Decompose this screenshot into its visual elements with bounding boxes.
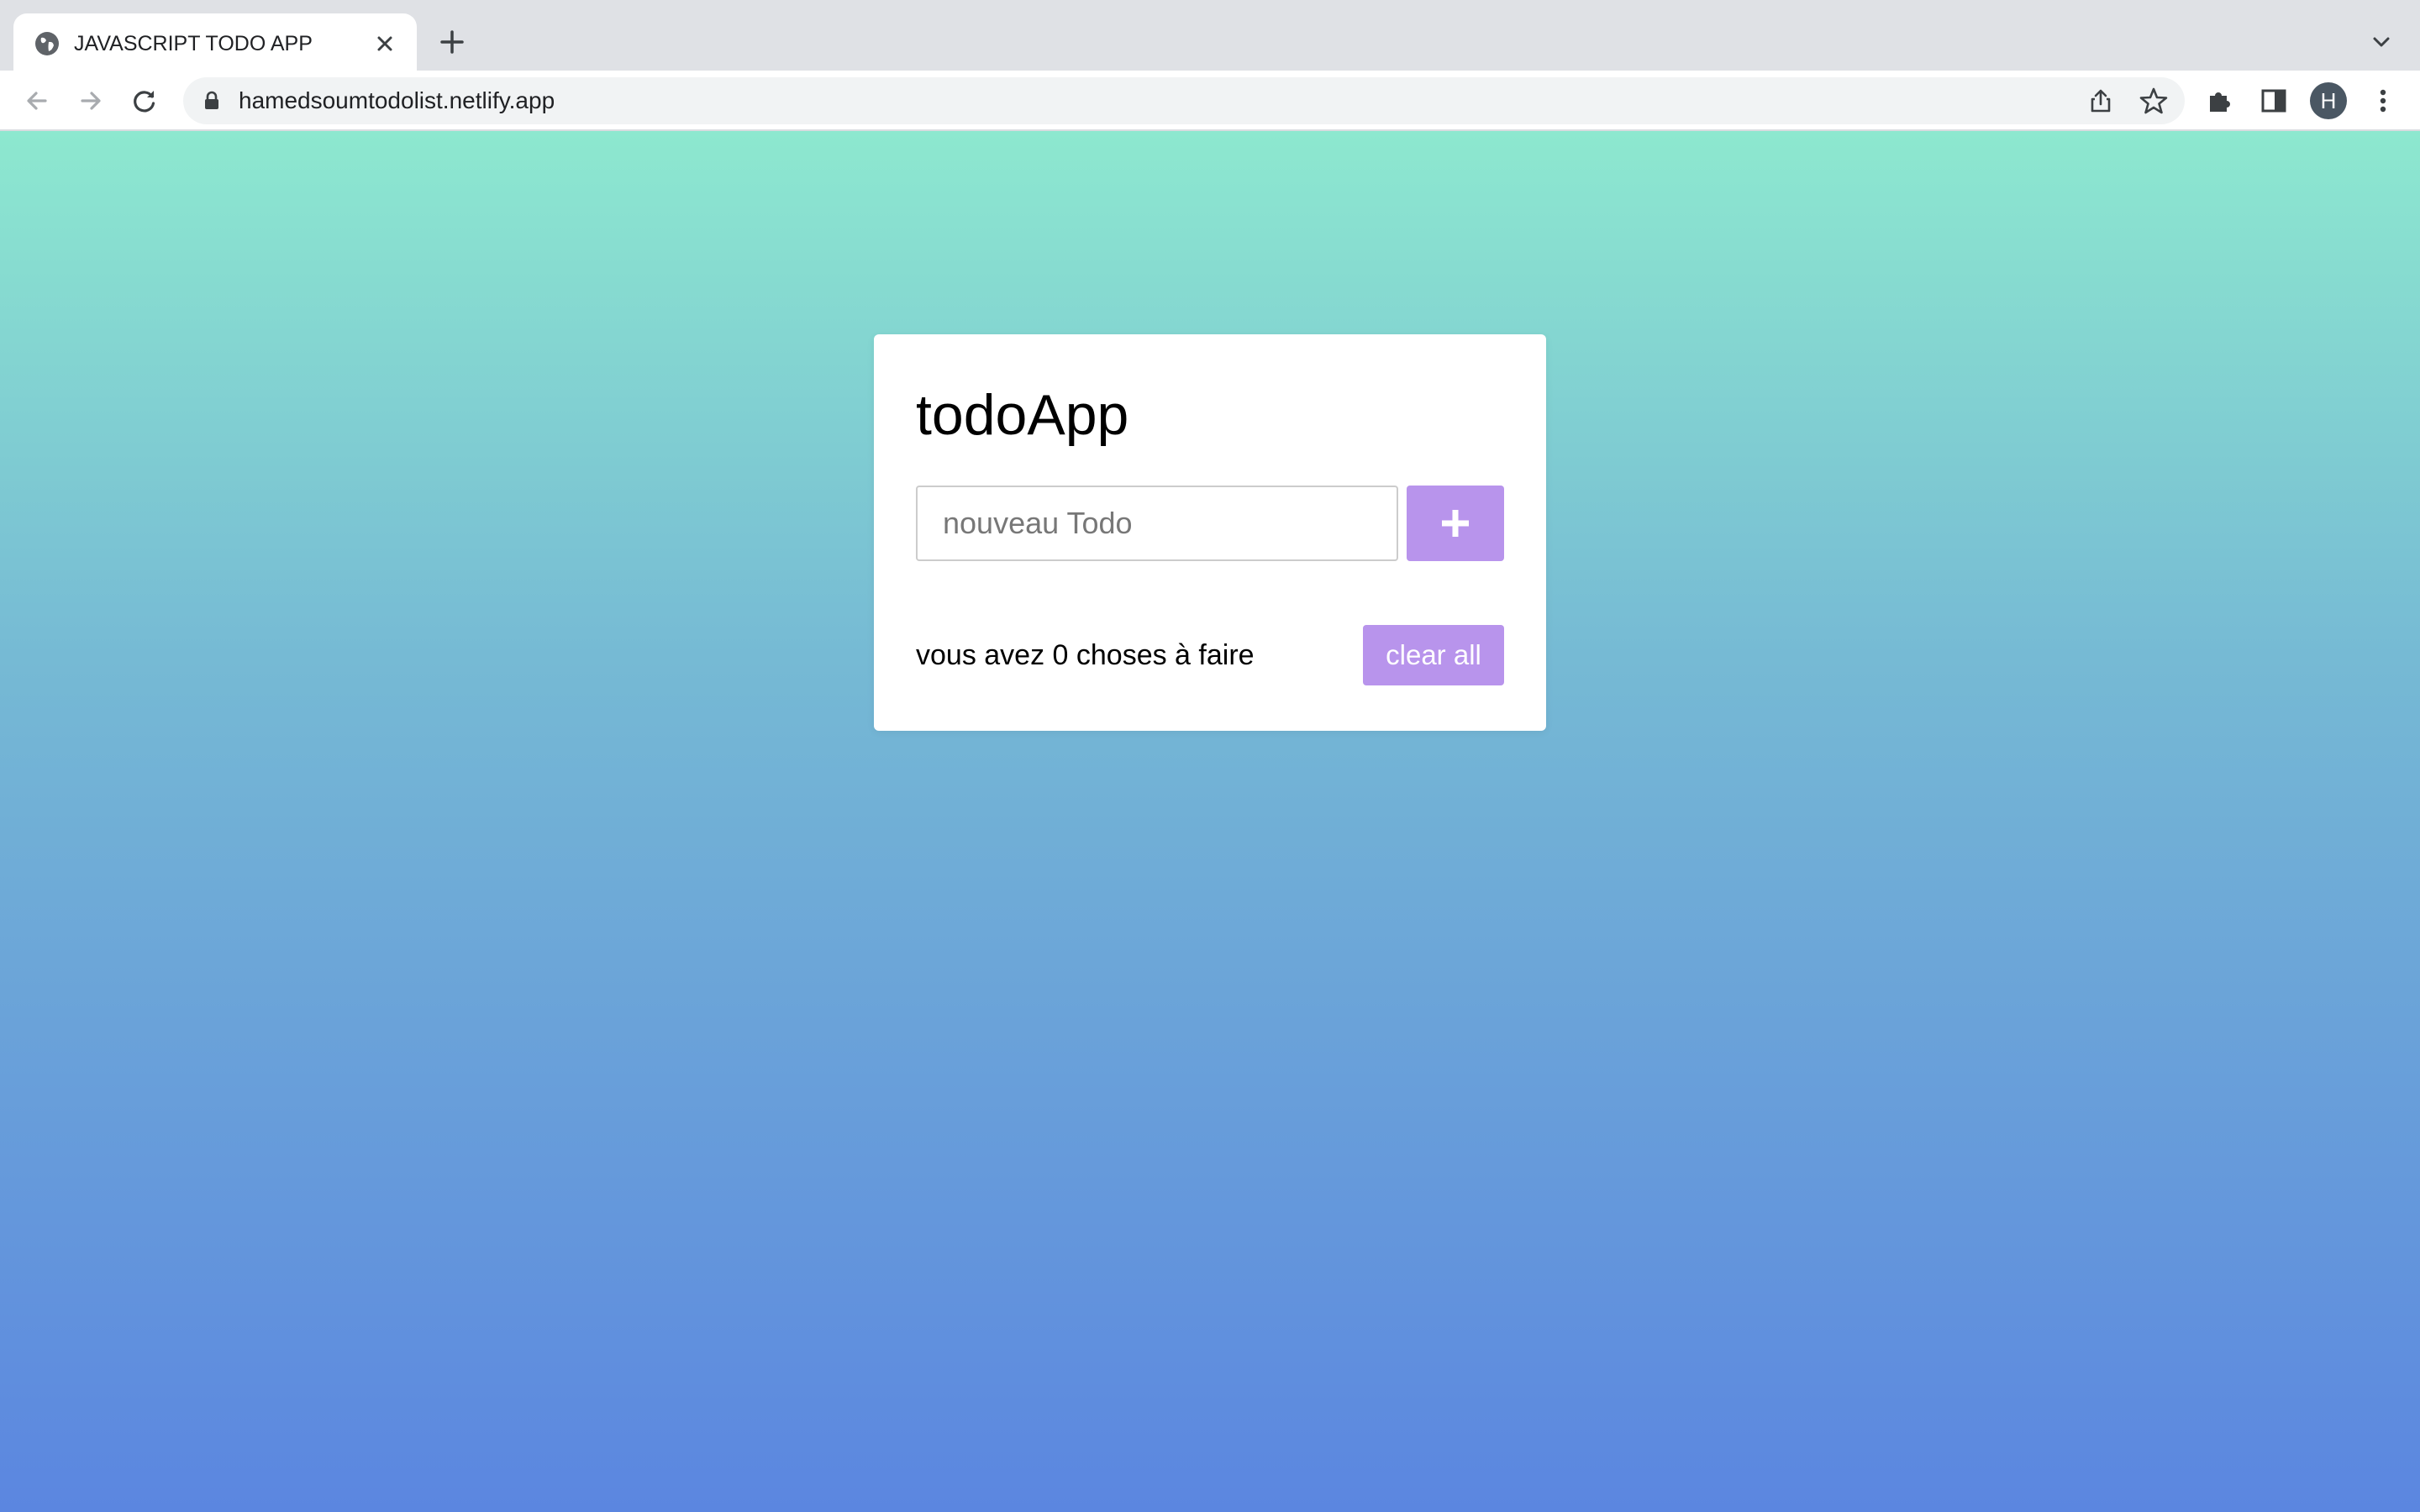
chevron-down-icon[interactable] [2368, 32, 2395, 52]
plus-icon [1442, 510, 1469, 537]
new-tab-button[interactable] [437, 27, 467, 57]
arrow-right-icon[interactable] [76, 86, 106, 116]
page-background: todoApp vous avez 0 choses à faire clear… [0, 131, 2420, 1512]
share-icon[interactable] [2087, 87, 2114, 114]
browser-tab-strip: JAVASCRIPT TODO APP [0, 0, 2420, 71]
kebab-menu-icon[interactable] [2368, 86, 2398, 116]
tab-title: JAVASCRIPT TODO APP [74, 32, 313, 55]
reload-icon[interactable] [129, 86, 160, 116]
profile-avatar[interactable]: H [2310, 82, 2347, 119]
clear-all-button[interactable]: clear all [1363, 625, 1504, 685]
browser-tab[interactable]: JAVASCRIPT TODO APP [13, 13, 417, 71]
globe-icon [35, 32, 59, 55]
puzzle-icon[interactable] [2205, 86, 2235, 116]
pending-count-text: vous avez 0 choses à faire [916, 639, 1255, 671]
url-text: hamedsoumtodolist.netlify.app [239, 87, 555, 113]
app-title: todoApp [916, 383, 1129, 447]
todo-card: todoApp vous avez 0 choses à faire clear… [874, 334, 1546, 731]
browser-toolbar: hamedsoumtodolist.netlify.app H [0, 71, 2420, 131]
close-icon[interactable] [373, 32, 397, 55]
add-todo-button[interactable] [1407, 486, 1504, 561]
lock-icon[interactable] [202, 91, 222, 111]
address-bar[interactable]: hamedsoumtodolist.netlify.app [183, 77, 2185, 124]
side-panel-icon[interactable] [2259, 86, 2289, 116]
star-icon[interactable] [2139, 87, 2168, 115]
new-todo-input[interactable] [916, 486, 1398, 561]
arrow-left-icon[interactable] [22, 86, 52, 116]
